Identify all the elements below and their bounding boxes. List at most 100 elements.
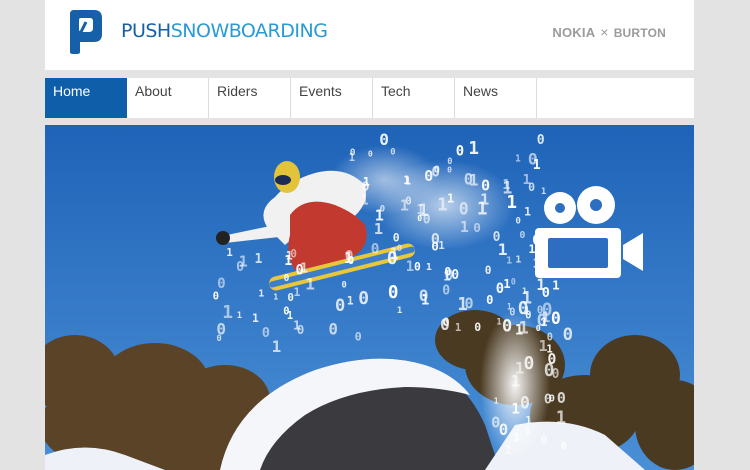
sponsor-separator: ×	[600, 24, 609, 40]
binary-digit: 1	[533, 158, 541, 173]
binary-digit: 0	[379, 130, 389, 149]
binary-digit: 0	[519, 230, 525, 241]
binary-digit: 0	[371, 242, 380, 258]
binary-digit: 1	[515, 153, 521, 164]
binary-digit: 0	[405, 194, 411, 207]
binary-digit: 0	[350, 148, 356, 159]
binary-digit: 0	[473, 220, 481, 235]
binary-digit: 0	[540, 432, 547, 446]
binary-digit: 1	[416, 202, 424, 218]
binary-digit: 1	[361, 194, 369, 209]
binary-digit: 1	[455, 322, 461, 334]
binary-digit: 1	[515, 255, 521, 266]
main-nav: Home About Riders Events Tech News	[45, 78, 694, 118]
binary-digit: 1	[447, 191, 454, 205]
hero-image[interactable]: 1101010100110000100011101110101000111111…	[45, 125, 694, 470]
binary-digit: 0	[491, 413, 500, 431]
brand-name[interactable]: PUSHSNOWBOARDING	[121, 19, 328, 43]
binary-digit: 1	[523, 172, 531, 188]
binary-digit: 1	[503, 277, 510, 291]
binary-digit: 1	[255, 252, 263, 267]
binary-digit: 1	[542, 309, 551, 326]
binary-digit: 0	[547, 332, 553, 344]
binary-digit: 0	[213, 291, 219, 303]
binary-digit: 0	[355, 330, 362, 344]
binary-digit: 0	[549, 393, 555, 404]
binary-digit: 0	[419, 286, 429, 305]
binary-digit: 0	[348, 256, 354, 267]
binary-digit: 1	[226, 246, 233, 259]
binary-digit: 1	[556, 409, 566, 429]
binary-digit: 0	[358, 288, 369, 309]
binary-digit: 0	[515, 215, 521, 226]
binary-digit: 1	[513, 431, 520, 444]
binary-digit: 1	[293, 285, 300, 299]
binary-digit: 0	[284, 273, 290, 284]
nav-item-events[interactable]: Events	[291, 78, 373, 118]
binary-digit: 1	[552, 277, 560, 292]
binary-digit: 0	[262, 325, 270, 341]
binary-digit: 1	[468, 139, 479, 159]
binary-digit: 0	[431, 165, 440, 181]
binary-digit: 0	[236, 260, 244, 275]
binary-digit: 1	[300, 261, 308, 276]
nav-item-home[interactable]: Home	[45, 78, 127, 118]
binary-digit: 1	[525, 427, 530, 437]
binary-digit: 0	[520, 394, 530, 413]
binary-digit: 1	[457, 295, 467, 315]
binary-digit: 1	[494, 396, 499, 406]
binary-digit: 1	[502, 177, 510, 193]
binary-digit: 0	[563, 325, 573, 345]
binary-digit: 0	[459, 200, 469, 219]
binary-digit: 1	[524, 205, 531, 219]
binary-digit: 1	[511, 401, 520, 417]
binary-digit: 1	[506, 256, 512, 267]
binary-digit: 0	[335, 296, 345, 316]
binary-digit: 1	[397, 306, 403, 316]
nav-item-riders[interactable]: Riders	[209, 78, 291, 118]
binary-digit: 1	[518, 319, 528, 339]
binary-digit: 0	[442, 283, 450, 298]
nav-item-news[interactable]: News	[455, 78, 537, 118]
binary-digit: 0	[561, 441, 567, 452]
brand-name-part1: PUSH	[121, 20, 171, 42]
binary-digit: 1	[305, 274, 315, 293]
binary-digit: 1	[511, 371, 521, 390]
binary-digit: 1	[258, 288, 264, 299]
binary-digit: 0	[481, 176, 490, 194]
binary-digit: 0	[447, 157, 452, 167]
binary-digit: 1	[237, 311, 242, 321]
binary-digit: 1	[437, 196, 448, 216]
nav-item-about[interactable]: About	[127, 78, 209, 118]
binary-digit: 0	[493, 230, 501, 245]
binary-digit: 1	[524, 304, 531, 317]
binary-digit: 1	[272, 337, 282, 356]
binary-digit: 1	[477, 198, 488, 219]
binary-digit: 0	[509, 306, 515, 318]
binary-digit: 0	[537, 133, 545, 148]
binary-digit: 0	[502, 317, 512, 337]
binary-digit: 0	[431, 230, 440, 248]
binary-digit: 1	[496, 317, 501, 327]
binary-digit: 1	[293, 317, 301, 332]
binary-digit: 1	[504, 443, 512, 458]
push-logo-icon[interactable]	[64, 8, 104, 56]
binary-digit: 1	[460, 219, 469, 236]
binary-digit: 0	[290, 248, 297, 261]
hero-scene: 110101010011000010001110111010100011 1111…	[45, 125, 694, 470]
binary-digit: 1	[529, 242, 536, 256]
binary-digit: 0	[444, 264, 451, 278]
binary-digit: 0	[524, 353, 535, 374]
binary-digit: 0	[368, 148, 373, 158]
brand-name-part2: SNOWBOARDING	[170, 20, 328, 42]
sponsor-nokia: NOKIA	[552, 25, 596, 40]
nav-item-tech[interactable]: Tech	[373, 78, 455, 118]
binary-digit: 0	[474, 320, 481, 334]
sponsor-logos: NOKIA × BURTON	[552, 24, 666, 40]
binary-digit: 0	[216, 319, 226, 338]
binary-digit: 1	[525, 415, 531, 427]
binary-digit: 0	[485, 264, 492, 277]
binary-digit: 1	[252, 311, 259, 325]
binary-digit: 1	[375, 206, 384, 224]
binary-digit: 0	[440, 315, 450, 334]
